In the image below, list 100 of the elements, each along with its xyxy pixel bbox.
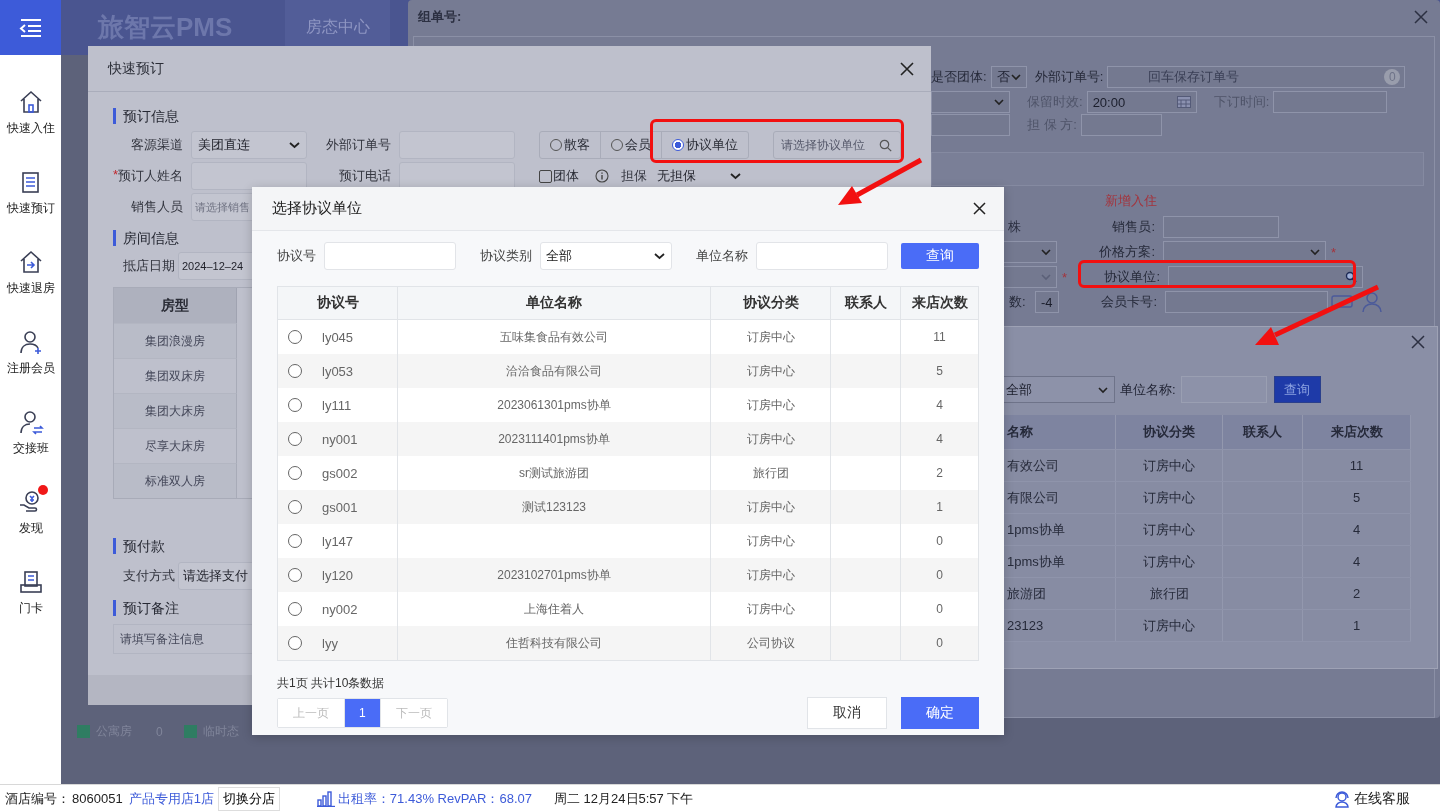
- table-cell: 订房中心: [746, 396, 795, 414]
- radio-option[interactable]: 散客: [540, 132, 601, 158]
- checkbox[interactable]: [539, 169, 552, 183]
- close-icon[interactable]: [900, 61, 914, 76]
- table-cell: 五味集食品有效公司: [500, 328, 608, 346]
- table-cell: 订房中心: [746, 566, 795, 584]
- table-cell: 4: [1352, 522, 1361, 537]
- sidebar-item[interactable]: 快速退房: [0, 245, 61, 325]
- section-title: 房间信息: [113, 230, 179, 246]
- switch-store-button[interactable]: 切换分店: [217, 786, 280, 811]
- input-field[interactable]: [1080, 114, 1162, 136]
- group-checkbox[interactable]: 团体: [539, 167, 579, 185]
- menu-button[interactable]: [0, 0, 61, 55]
- table-cell: 订房中心: [1143, 456, 1195, 475]
- table-cell: ly120: [322, 567, 354, 583]
- chevron-down-icon: [1041, 248, 1051, 256]
- occupancy-text: 出租率：71.43% RevPAR：68.07: [337, 789, 532, 808]
- table-cell: 订房中心: [746, 328, 795, 346]
- select-field[interactable]: 全部: [540, 242, 672, 270]
- sidebar-item[interactable]: 交接班: [0, 405, 61, 485]
- table-cell: gs001: [322, 499, 358, 515]
- pagination-button[interactable]: 1: [345, 699, 381, 727]
- room-status-icon: [77, 725, 90, 738]
- radio-button[interactable]: [288, 364, 302, 378]
- search-icon: [879, 138, 892, 152]
- table-cell: gs002: [322, 465, 358, 481]
- radio-option[interactable]: 会员: [601, 132, 662, 158]
- table-cell: 2: [1352, 586, 1361, 601]
- table-cell: lyy: [322, 635, 338, 651]
- select-field[interactable]: [931, 91, 1010, 113]
- table-cell: 上海住着人: [524, 600, 584, 618]
- radio-button[interactable]: [672, 139, 684, 151]
- input-field[interactable]: [399, 162, 515, 190]
- input-field[interactable]: [191, 162, 307, 190]
- input-field[interactable]: [1165, 291, 1328, 313]
- section-title: 预订备注: [113, 600, 179, 616]
- input-field[interactable]: -4: [1035, 291, 1059, 313]
- sidebar-item[interactable]: 快速预订: [0, 165, 61, 245]
- date-time: 周二 12月24日5:57 下午: [554, 789, 694, 808]
- select-field[interactable]: 美团直连: [191, 131, 307, 159]
- required-mark: *: [1331, 244, 1337, 260]
- radio-button[interactable]: [288, 466, 302, 480]
- radio-button[interactable]: [288, 602, 302, 616]
- table-cell: 2: [936, 466, 943, 480]
- field-label: 销售员:: [1111, 218, 1155, 236]
- radio-button[interactable]: [288, 636, 302, 650]
- radio-button[interactable]: [288, 398, 302, 412]
- table-cell: 旅游团: [1007, 584, 1046, 603]
- table-cell: 0: [936, 602, 943, 616]
- radio-button[interactable]: [288, 500, 302, 514]
- dialog-title: 组单号:: [418, 8, 462, 26]
- page-summary: 共1页 共计10条数据: [277, 675, 386, 692]
- radio-button[interactable]: [288, 568, 302, 582]
- store-link[interactable]: 产品专用店1店: [128, 789, 214, 808]
- radio-button[interactable]: [288, 432, 302, 446]
- online-support-link[interactable]: 在线客服: [1333, 789, 1410, 808]
- sidebar-item[interactable]: 发现: [0, 485, 61, 565]
- field-label: 客源渠道: [130, 136, 183, 154]
- table-cell: 11: [1349, 458, 1364, 473]
- select-field[interactable]: 否: [990, 66, 1027, 88]
- table-cell: 旅行团: [752, 464, 789, 482]
- confirm-button[interactable]: 确定: [901, 697, 979, 729]
- radio-option[interactable]: 协议单位: [662, 132, 748, 158]
- radio-button[interactable]: [288, 330, 302, 344]
- table-cell: 4: [936, 398, 943, 412]
- select-field[interactable]: 无担保: [651, 162, 747, 190]
- table-cell: 洽洽食品有限公司: [506, 362, 602, 380]
- table-cell: 订房中心: [746, 430, 795, 448]
- table-cell: sr测试旅游团: [519, 464, 589, 482]
- input-field[interactable]: [931, 114, 1010, 136]
- select-field[interactable]: 全部: [1001, 376, 1115, 403]
- required-mark: *: [112, 167, 118, 184]
- table-cell: 11: [933, 330, 946, 344]
- cancel-button[interactable]: 取消: [807, 697, 887, 729]
- sidebar-item[interactable]: 门卡: [0, 565, 61, 645]
- sidebar-item[interactable]: 快速入住: [0, 85, 61, 165]
- support-agent-icon: [1333, 789, 1351, 808]
- radio-button[interactable]: [288, 534, 302, 548]
- sidebar-item[interactable]: 注册会员: [0, 325, 61, 405]
- input-field[interactable]: [1273, 91, 1388, 113]
- table-cell: 订房中心: [746, 600, 795, 618]
- table-cell: 4: [1352, 554, 1361, 569]
- query-button[interactable]: 查询: [901, 243, 979, 269]
- table-cell: 1: [1352, 618, 1361, 633]
- column-header: 单位名称: [526, 294, 582, 312]
- close-icon[interactable]: [973, 202, 986, 215]
- chevron-down-icon: [1010, 73, 1021, 81]
- table-cell: 尽享大床房: [145, 437, 205, 455]
- info-icon: [595, 169, 609, 183]
- select-field[interactable]: [1163, 241, 1326, 263]
- field-label: 协议号: [277, 247, 316, 265]
- column-header: 协议分类: [1116, 415, 1223, 449]
- chevron-down-icon: [1041, 273, 1051, 281]
- table-cell: 测试123123: [521, 498, 586, 516]
- time-field[interactable]: 20:00: [1086, 91, 1197, 113]
- input-field[interactable]: [1163, 216, 1279, 238]
- table-cell: 订房中心: [1143, 552, 1195, 571]
- field-label: 外部订单号:: [1034, 68, 1104, 86]
- query-button[interactable]: 查询: [1273, 376, 1321, 403]
- table-cell: 有效公司: [1007, 456, 1059, 475]
